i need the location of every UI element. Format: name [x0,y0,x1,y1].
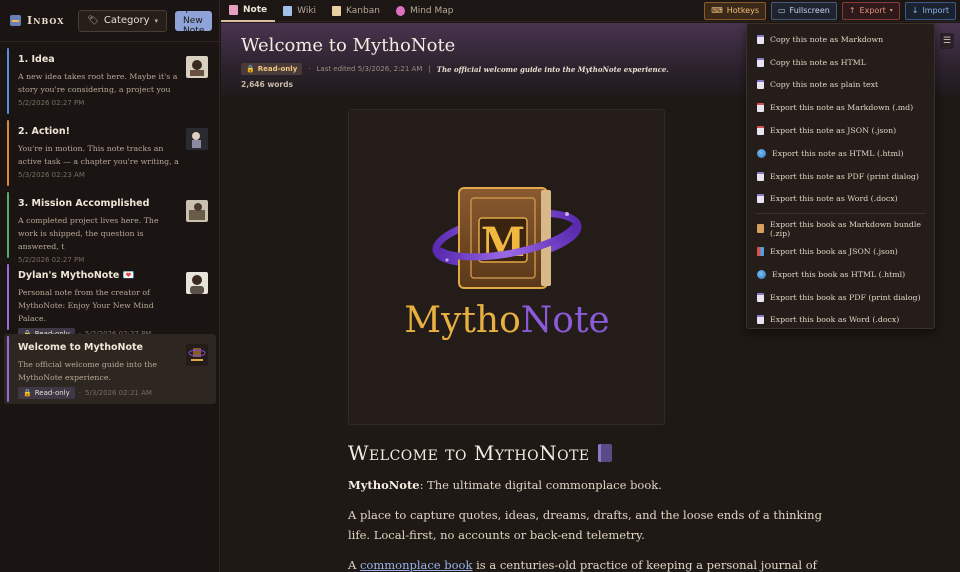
last-edited: Last edited 5/3/2026, 2:21 AM [316,65,423,73]
note-body: Welcome to MythoNote MythoNote: The ulti… [348,441,828,572]
lock-icon: 🔒 [246,65,255,73]
export-note-docx-menu-item[interactable]: Export this note as Word (.docx) [747,188,934,211]
keyboard-icon: ⌨ [711,6,723,15]
download-arrow-icon: ↓ [911,6,919,15]
list-item[interactable]: Welcome to MythoNote The official welcom… [4,334,216,404]
note-color-bar [7,192,9,258]
export-note-html-menu-item[interactable]: Export this note as HTML (.html) [747,142,934,165]
note-description: The official welcome guide into the Myth… [436,64,669,74]
sidebar: Inbox 🏷 Category ▾ + New Note 1. Idea A … [0,0,220,572]
note-color-bar [7,48,9,114]
package-icon [757,224,764,234]
pdf-file-icon [757,171,764,181]
chevron-down-icon: ▾ [154,16,159,25]
tab-kanban[interactable]: Kanban [324,0,388,22]
view-tab-bar: Note Wiki Kanban Mind Map ⌨ Hotkeys ▭ Fu… [221,0,960,22]
category-dropdown[interactable]: 🏷 Category ▾ [78,9,168,32]
word-file-icon [757,194,764,204]
note-color-bar [7,336,9,402]
mythonote-logo: M MythoNote [404,187,610,341]
list-item[interactable]: 1. Idea A new idea takes root here. Mayb… [4,46,216,116]
list-item[interactable]: 2. Action! You're in motion. This note t… [4,118,216,188]
avatar [186,272,208,294]
upload-arrow-icon: ↑ [848,6,856,15]
tab-wiki[interactable]: Wiki [275,0,324,22]
logo-wordmark: MythoNote [404,300,609,341]
export-book-docx-menu-item[interactable]: Export this book as Word (.docx) [747,309,934,332]
tab-note[interactable]: Note [221,0,276,22]
readonly-badge: 🔒Read-only [18,387,75,399]
document-icon [757,57,764,67]
export-note-json-menu-item[interactable]: Export this note as JSON (.json) [747,119,934,142]
json-file-icon [757,126,764,136]
inbox-icon [10,15,21,26]
tab-mind-map[interactable]: Mind Map [388,0,462,22]
hero-logo-image: M MythoNote [348,109,665,425]
export-button[interactable]: ↑ Export ▾ [841,1,900,20]
document-icon [757,80,764,90]
note-color-bar [7,264,9,330]
content-heading: Welcome to MythoNote [348,441,828,465]
hamburger-menu-icon[interactable]: ☰ [940,33,954,49]
export-note-markdown-menu-item[interactable]: Export this note as Markdown (.md) [747,96,934,119]
markdown-file-icon [757,103,764,113]
copy-note-html-menu-item[interactable]: Copy this note as HTML [747,51,934,74]
export-book-zip-menu-item[interactable]: Export this book as Markdown bundle (.zi… [747,217,934,240]
clipboard-icon [332,5,342,16]
export-dropdown-menu: Copy this note as Markdown Copy this not… [746,23,935,329]
import-button[interactable]: ↓ Import [904,1,956,20]
menu-divider [755,213,926,215]
list-item[interactable]: Dylan's MythoNote 💌 Personal note from t… [4,262,216,340]
mythonote-logo-thumbnail [186,344,208,366]
book-icon [283,5,293,16]
note-thumbnail [186,128,208,150]
paragraph: MythoNote: The ultimate digital commonpl… [348,478,662,492]
book-icon [597,444,612,462]
monitor-icon: ▭ [777,6,786,15]
fullscreen-button[interactable]: ▭ Fullscreen [770,1,837,20]
sidebar-header: Inbox 🏷 Category ▾ + New Note [0,0,219,42]
toolbar-actions: ⌨ Hotkeys ▭ Fullscreen ↑ Export ▾ ↓ Impo… [704,1,960,20]
list-item[interactable]: 3. Mission Accomplished A completed proj… [4,190,216,264]
export-book-pdf-menu-item[interactable]: Export this book as PDF (print dialog) [747,286,934,309]
inbox-title: Inbox [10,14,64,27]
export-book-html-menu-item[interactable]: Export this book as HTML (.html) [747,263,934,286]
note-color-bar [7,120,9,186]
tag-icon: 🏷 [87,15,99,26]
readonly-badge: 🔒Read-only [241,63,303,75]
json-bundle-icon [757,247,764,257]
lock-icon: 🔒 [23,389,32,397]
document-icon [757,34,764,44]
globe-icon [757,148,766,158]
new-note-button[interactable]: + New Note [175,6,213,36]
copy-note-plaintext-menu-item[interactable]: Copy this note as plain text [747,74,934,97]
globe-icon [757,269,766,279]
copy-note-markdown-menu-item[interactable]: Copy this note as Markdown [747,28,934,51]
note-list: 1. Idea A new idea takes root here. Mayb… [4,46,216,406]
paragraph: A place to capture quotes, ideas, dreams… [348,508,822,542]
hotkeys-button[interactable]: ⌨ Hotkeys [704,1,766,20]
chevron-down-icon: ▾ [889,7,893,14]
pdf-file-icon [757,292,764,302]
export-book-json-menu-item[interactable]: Export this book as JSON (.json) [747,240,934,263]
brain-icon [395,5,405,16]
commonplace-book-link[interactable]: commonplace book [360,558,472,572]
word-file-icon [757,315,764,325]
export-note-pdf-menu-item[interactable]: Export this note as PDF (print dialog) [747,165,934,188]
note-icon [229,4,238,15]
paragraph: A commonplace book is a centuries-old pr… [348,558,817,572]
note-thumbnail [186,56,208,78]
note-thumbnail [186,200,208,222]
